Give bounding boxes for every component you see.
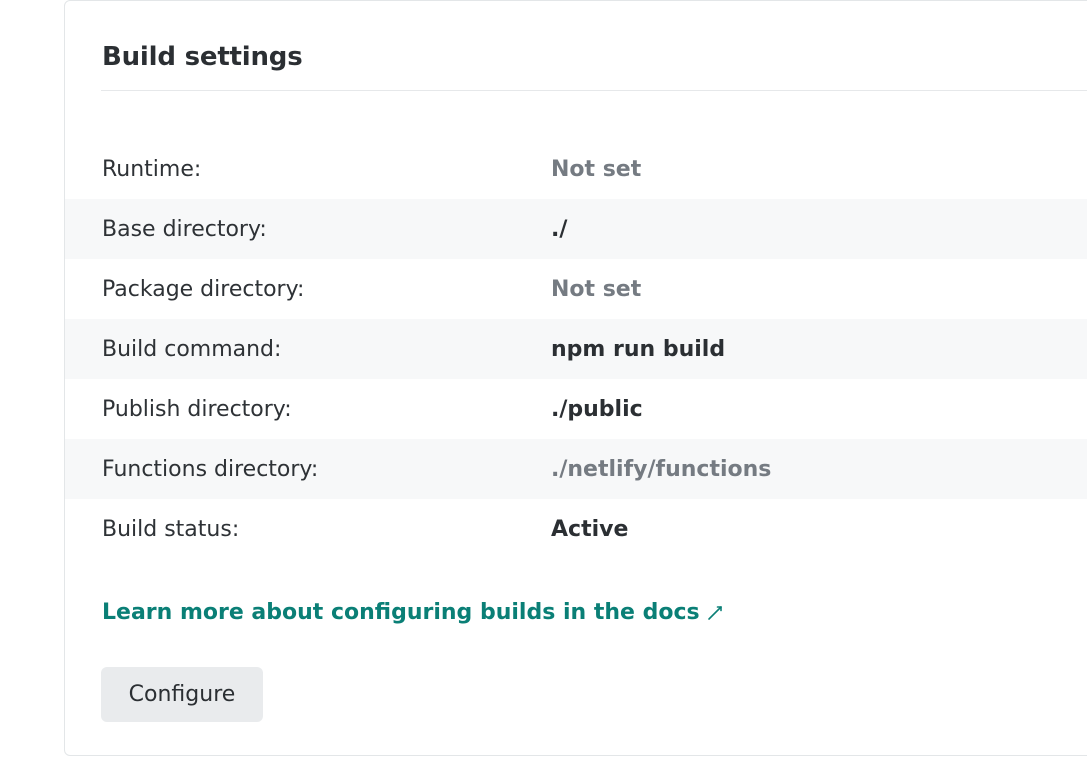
setting-value: ./ xyxy=(551,216,568,242)
setting-label: Functions directory: xyxy=(102,456,319,482)
setting-label: Build command: xyxy=(102,336,282,362)
setting-label: Build status: xyxy=(102,516,240,542)
setting-row-functions-directory: Functions directory: ./netlify/functions xyxy=(65,439,1087,499)
setting-row-build-command: Build command: npm run build xyxy=(65,319,1087,379)
setting-value: ./netlify/functions xyxy=(551,456,772,482)
docs-link-label: Learn more about configuring builds in t… xyxy=(102,600,700,625)
setting-row-base-directory: Base directory: ./ xyxy=(65,199,1087,259)
external-link-icon xyxy=(707,606,722,620)
settings-list: Runtime: Not set Base directory: ./ Pack… xyxy=(65,139,1087,559)
setting-row-publish-directory: Publish directory: ./public xyxy=(65,379,1087,439)
setting-label: Base directory: xyxy=(102,216,267,242)
setting-row-build-status: Build status: Active xyxy=(65,499,1087,559)
card-title: Build settings xyxy=(102,42,303,72)
setting-label: Publish directory: xyxy=(102,396,292,422)
setting-value: Not set xyxy=(551,156,642,182)
setting-value: ./public xyxy=(551,396,643,422)
setting-label: Runtime: xyxy=(102,156,202,182)
build-settings-card: Build settings Runtime: Not set Base dir… xyxy=(64,0,1087,756)
setting-value: Active xyxy=(551,516,629,542)
setting-value: Not set xyxy=(551,276,642,302)
setting-row-runtime: Runtime: Not set xyxy=(65,139,1087,199)
docs-link[interactable]: Learn more about configuring builds in t… xyxy=(102,597,724,629)
setting-label: Package directory: xyxy=(102,276,305,302)
setting-row-package-directory: Package directory: Not set xyxy=(65,259,1087,319)
configure-button[interactable]: Configure xyxy=(101,667,263,722)
setting-value: npm run build xyxy=(551,336,726,362)
title-divider xyxy=(101,90,1087,91)
